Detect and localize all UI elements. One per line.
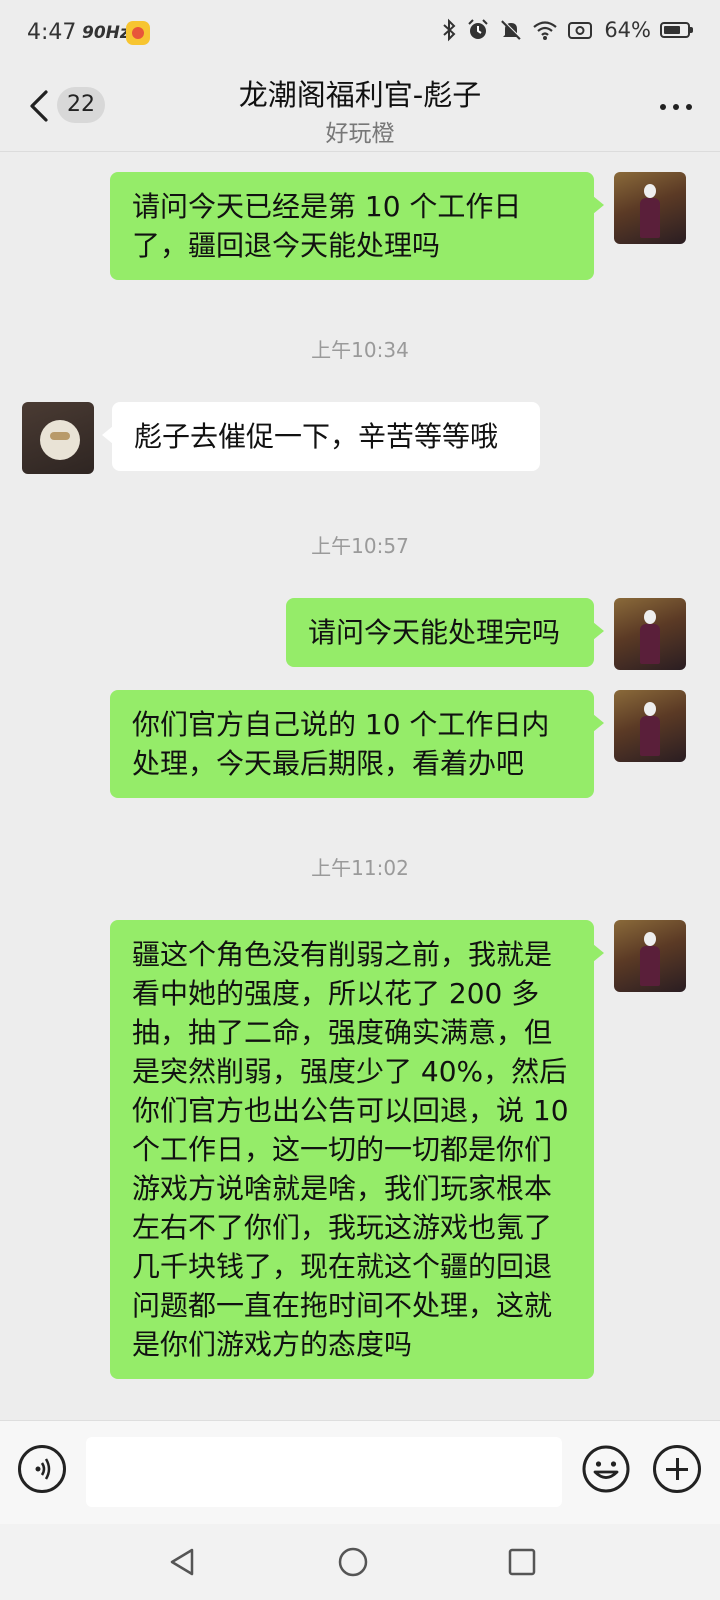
message-input-bar xyxy=(0,1420,720,1524)
screencast-icon xyxy=(568,22,593,39)
my-avatar[interactable] xyxy=(614,598,686,670)
battery-percent: 64% xyxy=(604,18,651,42)
system-navigation-bar xyxy=(0,1524,720,1600)
timestamp: 上午11:02 xyxy=(311,856,409,880)
outgoing-message[interactable]: 请问今天能处理完吗 xyxy=(286,598,604,667)
nav-home-icon[interactable] xyxy=(333,1542,373,1582)
my-avatar[interactable] xyxy=(614,172,686,244)
mute-icon xyxy=(501,19,522,40)
incoming-message[interactable]: 彪子去催促一下，辛苦等等哦 xyxy=(102,402,540,471)
outgoing-message[interactable]: 请问今天已经是第 10 个工作日了，疆回退今天能处理吗 xyxy=(110,172,604,280)
message-input[interactable] xyxy=(86,1437,562,1507)
timestamp: 上午10:34 xyxy=(311,338,409,362)
bluetooth-icon xyxy=(443,18,456,42)
emoji-icon[interactable] xyxy=(582,1445,630,1493)
status-time: 4:47 xyxy=(27,20,77,45)
nav-recents-icon[interactable] xyxy=(502,1542,542,1582)
chat-header: 22 龙潮阁福利官-彪子 好玩橙 xyxy=(0,66,720,152)
chat-subtitle: 好玩橙 xyxy=(325,121,395,147)
app-notification-icon xyxy=(126,21,150,45)
more-options-icon[interactable] xyxy=(660,104,692,110)
add-attachment-icon[interactable] xyxy=(653,1445,701,1493)
refresh-rate: 90Hz xyxy=(82,23,130,43)
my-avatar[interactable] xyxy=(614,920,686,992)
message-list[interactable]: 请问今天已经是第 10 个工作日了，疆回退今天能处理吗 上午10:34 彪子去催… xyxy=(0,152,720,1420)
contact-avatar[interactable] xyxy=(22,402,94,474)
outgoing-message[interactable]: 疆这个角色没有削弱之前，我就是看中她的强度，所以花了 200 多抽，抽了二命，强… xyxy=(110,920,604,1379)
nav-back-icon[interactable] xyxy=(162,1542,202,1582)
voice-input-icon[interactable] xyxy=(18,1445,66,1493)
outgoing-message[interactable]: 你们官方自己说的 10 个工作日内处理，今天最后期限，看着办吧 xyxy=(110,690,604,798)
alarm-icon xyxy=(468,19,489,39)
chat-title: 龙潮阁福利官-彪子 xyxy=(238,78,482,112)
wifi-icon xyxy=(533,21,558,40)
timestamp: 上午10:57 xyxy=(311,534,409,558)
status-bar: 4:47 90Hz 64% xyxy=(0,0,720,66)
battery-icon xyxy=(660,22,693,38)
my-avatar[interactable] xyxy=(614,690,686,762)
